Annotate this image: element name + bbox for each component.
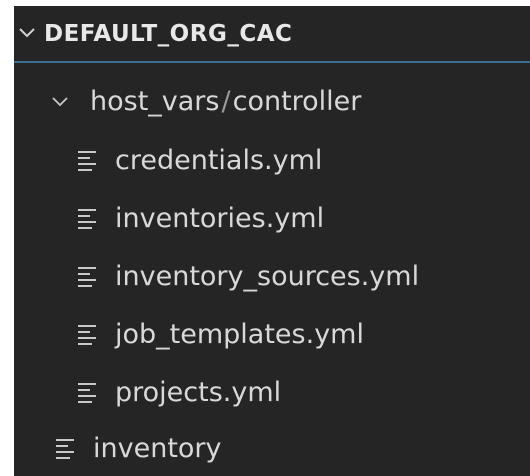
file-label: job_templates.yml: [115, 319, 364, 350]
file-lines-icon: [78, 151, 96, 171]
file-lines-icon: [78, 383, 96, 403]
file-lines-icon: [56, 439, 74, 459]
file-label: inventories.yml: [115, 203, 325, 234]
file-lines-icon: [78, 209, 96, 229]
tree-file-credentials[interactable]: credentials.yml: [14, 132, 530, 188]
file-label: inventory_sources.yml: [115, 261, 420, 292]
explorer-root-header[interactable]: DEFAULT_ORG_CAC: [14, 6, 530, 63]
tree-file-job-templates[interactable]: job_templates.yml: [14, 306, 530, 362]
tree-file-inventory[interactable]: inventory: [14, 420, 530, 476]
chevron-down-icon: [52, 97, 68, 107]
tree-file-projects[interactable]: projects.yml: [14, 364, 530, 420]
explorer-panel: DEFAULT_ORG_CAC host_vars/controller cre…: [14, 6, 530, 476]
subfolder-name: controller: [232, 86, 362, 117]
file-label: projects.yml: [115, 377, 282, 408]
folder-label: host_vars/controller: [90, 87, 361, 117]
screenshot-frame: DEFAULT_ORG_CAC host_vars/controller cre…: [0, 0, 530, 476]
chevron-down-icon: [19, 28, 35, 38]
file-lines-icon: [78, 325, 96, 345]
tree-file-inventory-sources[interactable]: inventory_sources.yml: [14, 248, 530, 304]
file-label: inventory: [93, 433, 222, 464]
folder-separator: /: [221, 86, 231, 117]
tree-folder-host-vars[interactable]: host_vars/controller: [14, 73, 530, 129]
file-lines-icon: [78, 267, 96, 287]
root-folder-label: DEFAULT_ORG_CAC: [44, 21, 293, 47]
folder-name: host_vars: [90, 86, 220, 117]
file-label: credentials.yml: [115, 145, 323, 176]
tree-file-inventories[interactable]: inventories.yml: [14, 190, 530, 246]
